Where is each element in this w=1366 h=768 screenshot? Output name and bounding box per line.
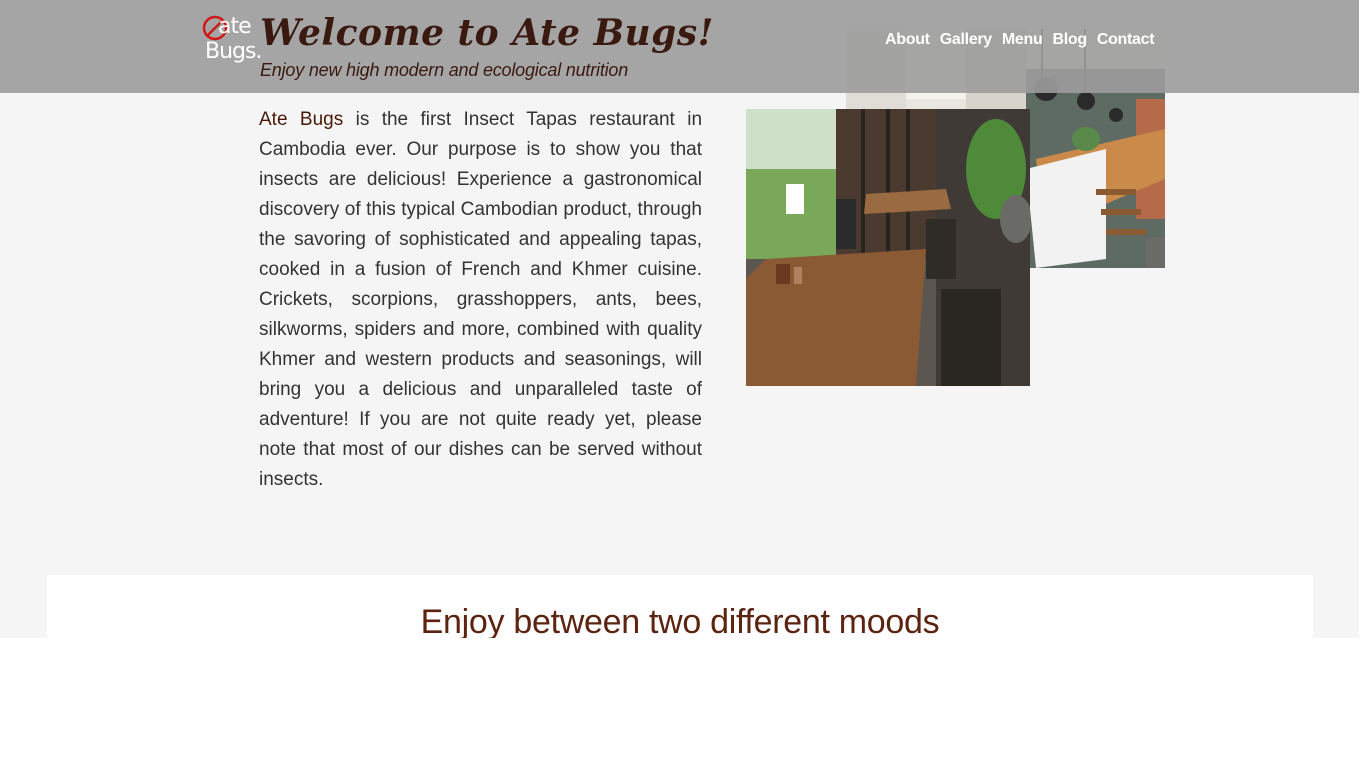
- intro-text: is the first Insect Tapas restaurant in …: [259, 109, 703, 490]
- intro-paragraph: Ate Bugs is the first Insect Tapas resta…: [259, 105, 702, 495]
- gallery-photo-terrace[interactable]: [746, 109, 1030, 386]
- site-title: Welcome to Ate Bugs!: [260, 12, 714, 54]
- scrollbar[interactable]: [1359, 0, 1366, 768]
- site-header: ate Bugs. Welcome to Ate Bugs! Enjoy new…: [0, 0, 1359, 93]
- intro-brand-name: Ate Bugs: [259, 109, 344, 130]
- moods-heading: Enjoy between two different moods: [420, 603, 940, 638]
- main-nav: About Gallery Menu Blog Contact: [885, 31, 1164, 49]
- nav-contact[interactable]: Contact: [1097, 31, 1155, 49]
- nav-gallery[interactable]: Gallery: [940, 31, 992, 49]
- page: ate Bugs. Welcome to Ate Bugs! Enjoy new…: [0, 0, 1359, 638]
- moods-section: Enjoy between two different moods: [47, 575, 1313, 638]
- site-tagline: Enjoy new high modern and ecological nut…: [260, 60, 629, 80]
- nav-menu[interactable]: Menu: [1002, 31, 1043, 49]
- nav-blog[interactable]: Blog: [1052, 31, 1087, 49]
- nav-about[interactable]: About: [885, 31, 930, 49]
- site-logo[interactable]: [201, 13, 263, 71]
